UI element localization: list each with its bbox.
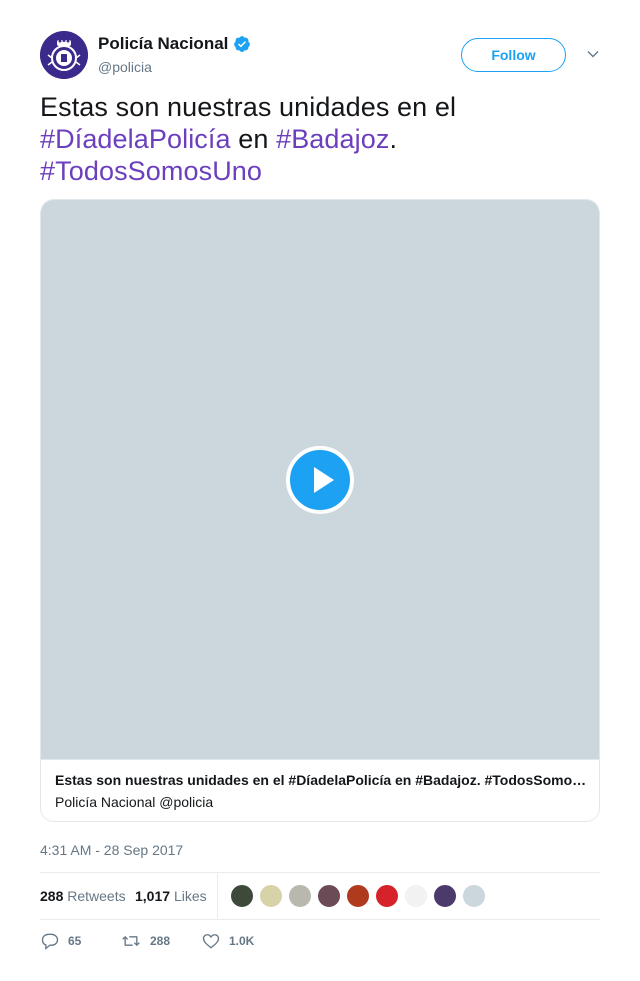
video-card[interactable]: Estas son nuestras unidades en el #Díade… (40, 199, 600, 822)
liker-avatar[interactable] (230, 884, 254, 908)
retweet-icon (122, 936, 140, 946)
retweet-action[interactable]: 288 (120, 930, 170, 952)
heart-icon (202, 934, 220, 949)
tweet-actions: 65 288 1.0K (40, 930, 600, 954)
like-count: 1.0K (229, 934, 255, 948)
liker-avatar[interactable] (346, 884, 370, 908)
liker-avatar[interactable] (433, 884, 457, 908)
likes-count: 1,017 (135, 888, 171, 904)
retweet-count: 288 (150, 934, 171, 948)
liker-avatar[interactable] (288, 884, 312, 908)
tweet-stats: 288 Retweets 1,017 Likes (40, 872, 600, 920)
retweets-stat[interactable]: 288 Retweets (40, 888, 126, 904)
liker-avatar[interactable] (462, 884, 486, 908)
hashtag-link[interactable]: #TodosSomosUno (40, 156, 262, 186)
card-title: Estas son nuestras unidades en el #Díade… (55, 772, 587, 788)
author-names: Policía Nacional @policia (98, 33, 251, 76)
chevron-down-icon[interactable] (586, 47, 600, 61)
follow-button[interactable]: Follow (461, 38, 566, 72)
tweet-header: Policía Nacional @policia Follow (40, 31, 600, 79)
likes-label: Likes (173, 888, 207, 904)
likes-stat[interactable]: 1,017 Likes (135, 888, 207, 904)
video-player[interactable] (41, 200, 599, 759)
card-info[interactable]: Estas son nuestras unidades en el #Díade… (41, 759, 599, 821)
verified-badge-icon (234, 36, 251, 52)
liker-avatar[interactable] (259, 884, 283, 908)
liker-avatar[interactable] (317, 884, 341, 908)
author-display-name[interactable]: Policía Nacional (98, 33, 251, 55)
display-name-text: Policía Nacional (98, 34, 229, 53)
hashtag-link[interactable]: #Badajoz (276, 124, 389, 154)
liker-avatar[interactable] (404, 884, 428, 908)
play-button[interactable] (286, 446, 354, 514)
tweet-timestamp[interactable]: 4:31 AM - 28 Sep 2017 (40, 841, 183, 859)
liker-avatar[interactable] (375, 884, 399, 908)
hashtag-link[interactable]: #DíadelaPolicía (40, 124, 231, 154)
police-crest-icon (40, 31, 88, 79)
author-handle[interactable]: @policia (98, 58, 251, 76)
tweet-text-part: Estas son nuestras unidades en el (40, 92, 457, 122)
tweet-text: Estas son nuestras unidades en el #Díade… (40, 91, 600, 187)
stats-divider (217, 873, 218, 919)
tweet-text-part: en (238, 124, 269, 154)
reply-count: 65 (68, 934, 82, 948)
play-icon (314, 467, 334, 493)
reply-icon (41, 933, 59, 950)
reply-action[interactable]: 65 (40, 930, 81, 952)
card-subtitle: Policía Nacional @policia (55, 794, 214, 810)
tweet-text-punct: . (389, 124, 398, 154)
retweets-count: 288 (40, 888, 64, 904)
retweets-label: Retweets (67, 888, 126, 904)
author-avatar[interactable] (40, 31, 88, 79)
like-action[interactable]: 1.0K (201, 930, 254, 952)
